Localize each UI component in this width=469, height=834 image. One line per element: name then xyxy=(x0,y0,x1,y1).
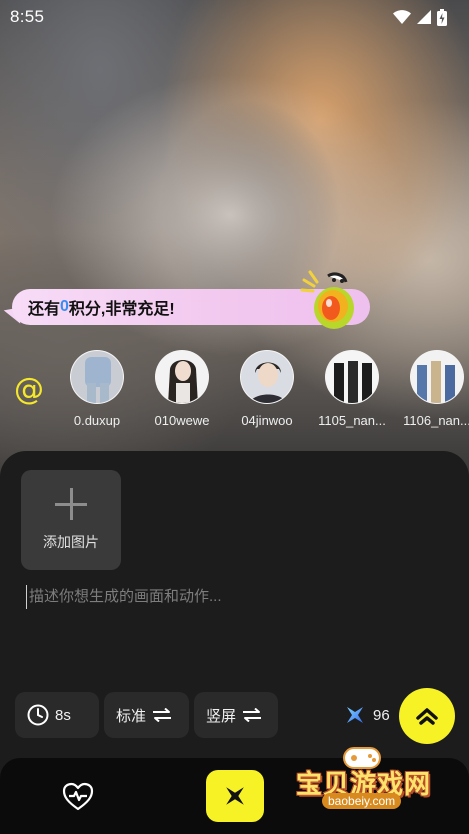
mention-at-icon[interactable]: @ xyxy=(14,372,44,407)
mascot-icon xyxy=(300,270,354,329)
orientation-button[interactable]: 竖屏 xyxy=(194,692,278,738)
add-image-button[interactable]: 添加图片 xyxy=(21,470,121,570)
credits-value: 96 xyxy=(373,706,390,724)
quality-label: 标准 xyxy=(116,707,147,725)
blurred-background xyxy=(0,0,469,520)
avatar-name: 010wewe xyxy=(154,413,210,428)
avatar-name: 04jinwoo xyxy=(241,413,293,428)
status-bar: 8:55 xyxy=(0,0,469,34)
prompt-input[interactable]: 描述你想生成的画面和动作... xyxy=(26,585,446,609)
banner-prefix: 还有 xyxy=(28,301,61,318)
avatar xyxy=(240,350,294,404)
orientation-label: 竖屏 xyxy=(206,707,237,725)
plus-icon xyxy=(55,488,87,520)
avatar xyxy=(325,350,379,404)
signal-icon xyxy=(417,10,431,24)
generate-button[interactable] xyxy=(399,688,455,744)
credits-indicator: 96 xyxy=(345,703,390,727)
avatar-name: 0.duxup xyxy=(73,413,121,428)
banner-points: 0 xyxy=(60,298,69,315)
create-tab-button[interactable] xyxy=(206,770,264,822)
heart-pulse-icon[interactable] xyxy=(62,782,94,812)
avatar-item-04jinwoo[interactable]: 04jinwoo xyxy=(226,350,308,428)
avatar-item-duxup[interactable]: 0.duxup xyxy=(56,350,138,428)
avatar-name: 1106_nan... xyxy=(403,413,469,428)
quality-button[interactable]: 标准 xyxy=(104,692,189,738)
status-time: 8:55 xyxy=(10,7,45,26)
wifi-icon xyxy=(393,10,411,24)
avatar-item-010wewe[interactable]: 010wewe xyxy=(141,350,223,428)
add-image-label: 添加图片 xyxy=(43,534,99,550)
avatar-item-1106-nan[interactable]: 1106_nan... xyxy=(396,350,469,428)
avatar-list: 0.duxup 010wewe 04jinwoo 1105_nan... 110… xyxy=(62,350,469,440)
status-icons xyxy=(393,8,447,26)
avatar xyxy=(70,350,124,404)
double-chevron-up-icon xyxy=(416,708,438,725)
swap-icon xyxy=(243,708,262,722)
site-watermark: 宝贝游戏网 baobeiy.com xyxy=(292,742,442,814)
avatar xyxy=(410,350,464,404)
sparkle-icon xyxy=(347,707,363,723)
avatar-name: 1105_nan... xyxy=(318,413,386,428)
duration-button[interactable]: 8s xyxy=(15,692,99,738)
avatar-item-1105-nan[interactable]: 1105_nan... xyxy=(311,350,393,428)
sparkle-icon xyxy=(226,787,244,805)
watermark-url: baobeiy.com xyxy=(322,793,402,809)
duration-label: 8s xyxy=(55,706,71,724)
banner-suffix: 积分,非常充足! xyxy=(68,301,175,318)
swap-icon xyxy=(153,708,172,722)
clock-icon xyxy=(27,704,49,726)
avatar xyxy=(155,350,209,404)
battery-charging-icon xyxy=(437,8,447,26)
